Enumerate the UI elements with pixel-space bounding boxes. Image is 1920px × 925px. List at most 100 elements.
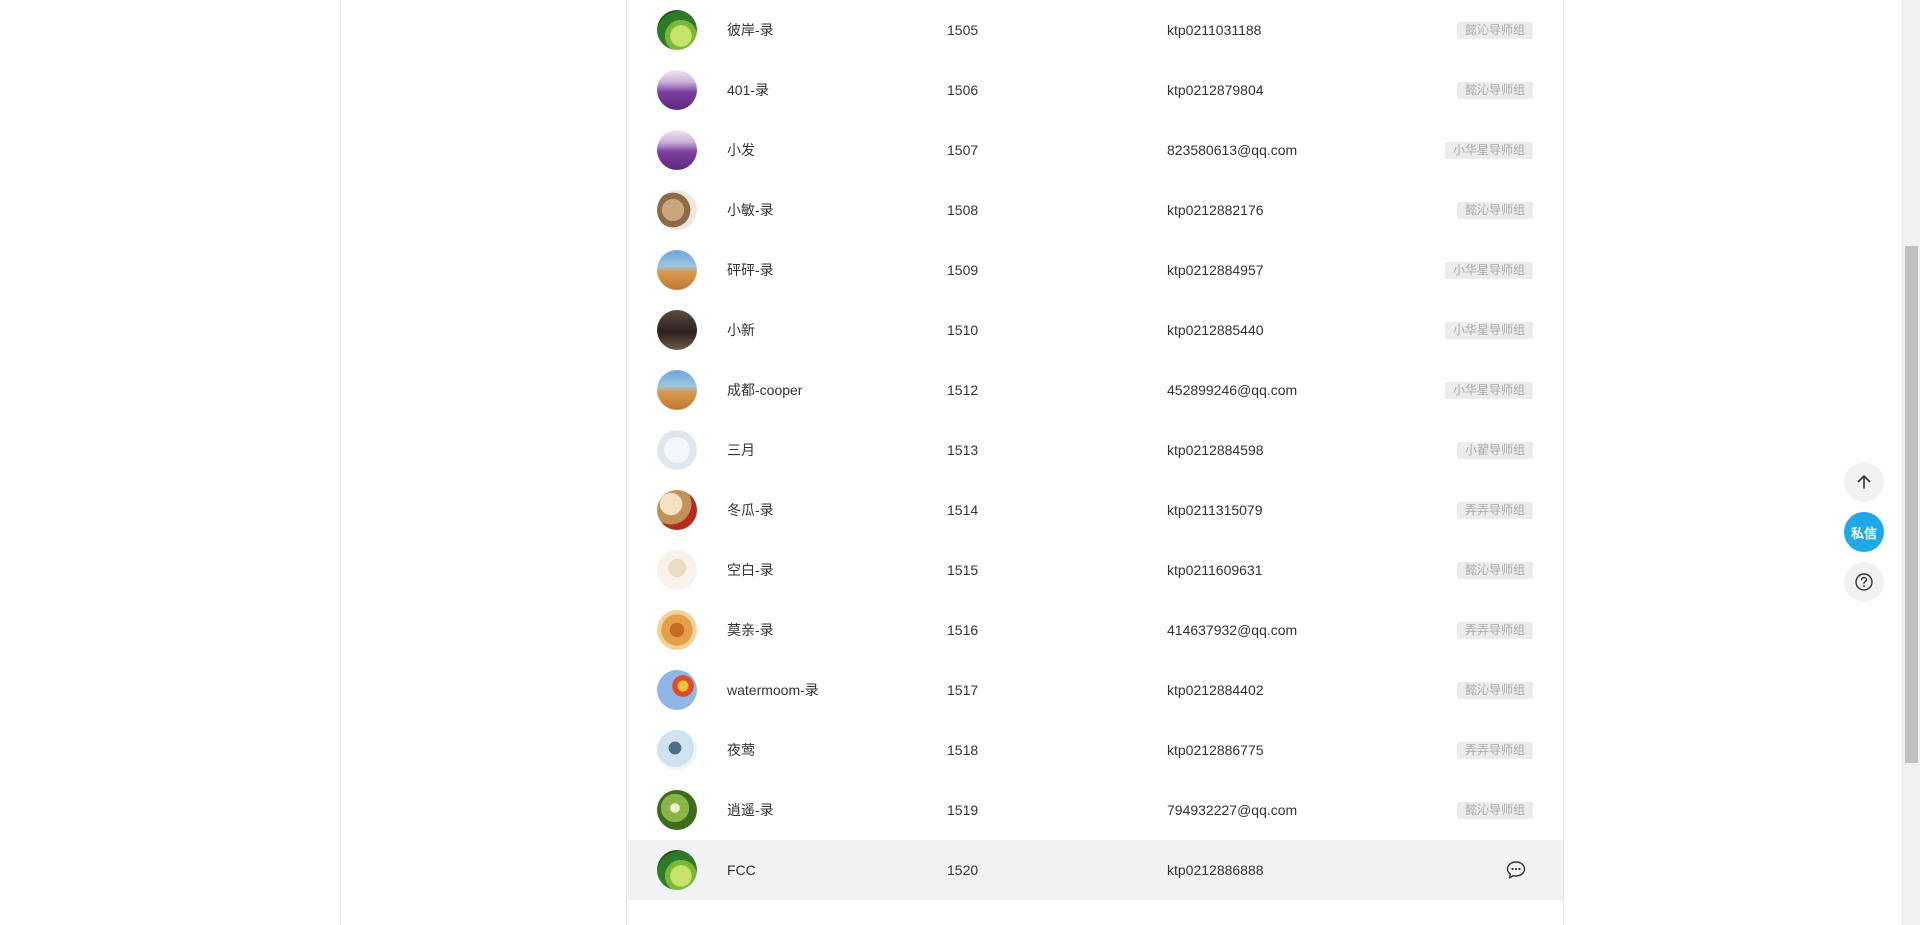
member-row[interactable]: watermoom-录 1517 ktp0212884402 懿沁导师组 [627, 660, 1563, 720]
member-name: 砰砰-录 [727, 262, 774, 278]
member-id: 1508 [947, 202, 979, 218]
member-name: 小新 [727, 322, 755, 338]
member-account: 414637932@qq.com [1167, 622, 1298, 638]
member-account: 452899246@qq.com [1167, 382, 1298, 398]
member-name: 莫亲-录 [727, 622, 774, 638]
member-list-panel: 彼岸-录 1505 ktp0211031188 懿沁导师组 401-录 1506 ktp02… [626, 0, 1564, 925]
avatar[interactable] [657, 70, 697, 110]
member-row[interactable]: 冬瓜-录 1514 ktp0211315079 弄弄导师组 [627, 480, 1563, 540]
member-row[interactable]: 彼岸-录 1505 ktp0211031188 懿沁导师组 [627, 0, 1563, 60]
group-badge: 小华星导师组 [1444, 262, 1533, 279]
avatar[interactable] [657, 370, 697, 410]
member-row[interactable]: 砰砰-录 1509 ktp0212884957 小华星导师组 [627, 240, 1563, 300]
group-badge: 小翟导师组 [1456, 442, 1533, 459]
help-button[interactable] [1844, 562, 1884, 602]
member-row[interactable]: 空白-录 1515 ktp0211609631 懿沁导师组 [627, 540, 1563, 600]
avatar[interactable] [657, 730, 697, 770]
member-account: ktp0212884402 [1167, 682, 1264, 698]
arrow-up-icon [1857, 475, 1871, 489]
member-list: 彼岸-录 1505 ktp0211031188 懿沁导师组 401-录 1506 ktp02… [627, 0, 1563, 900]
group-badge: 懿沁导师组 [1456, 22, 1533, 39]
member-name: 空白-录 [727, 562, 774, 578]
avatar[interactable] [657, 550, 697, 590]
member-account: ktp0212886775 [1167, 742, 1264, 758]
private-message-button[interactable]: 私信 [1844, 512, 1884, 552]
member-id: 1507 [947, 142, 979, 158]
member-id: 1512 [947, 382, 979, 398]
member-account: ktp0212884598 [1167, 442, 1264, 458]
member-name: 小发 [727, 142, 755, 158]
page-scrollbar[interactable] [1903, 0, 1920, 925]
group-badge: 懿沁导师组 [1456, 682, 1533, 699]
member-row[interactable]: 小发 1507 823580613@qq.com 小华星导师组 [627, 120, 1563, 180]
member-account: ktp0212886888 [1167, 862, 1264, 878]
member-name: watermoom-录 [727, 682, 819, 698]
member-row[interactable]: 逍遥-录 1519 794932227@qq.com 懿沁导师组 [627, 780, 1563, 840]
avatar[interactable] [657, 670, 697, 710]
private-message-label: 私信 [1850, 525, 1877, 541]
member-account: ktp0211609631 [1167, 562, 1263, 578]
member-id: 1516 [947, 622, 979, 638]
avatar[interactable] [657, 130, 697, 170]
member-account: ktp0212882176 [1167, 202, 1264, 218]
group-badge: 弄弄导师组 [1456, 622, 1533, 639]
member-row[interactable]: FCC 1520 ktp0212886888 [627, 840, 1563, 900]
member-name: 成都-cooper [727, 382, 803, 398]
avatar[interactable] [657, 250, 697, 290]
member-row[interactable]: 莫亲-录 1516 414637932@qq.com 弄弄导师组 [627, 600, 1563, 660]
group-badge: 懿沁导师组 [1456, 802, 1533, 819]
member-account: ktp0212879804 [1167, 82, 1264, 98]
member-id: 1509 [947, 262, 979, 278]
back-to-top-button[interactable] [1844, 462, 1884, 502]
member-id: 1520 [947, 862, 979, 878]
member-id: 1515 [947, 562, 979, 578]
group-badge: 小华星导师组 [1444, 382, 1533, 399]
group-badge: 弄弄导师组 [1456, 742, 1533, 759]
group-badge: 小华星导师组 [1444, 142, 1533, 159]
chat-bubble-icon[interactable] [1505, 859, 1527, 881]
avatar[interactable] [657, 790, 697, 830]
avatar[interactable] [657, 490, 697, 530]
avatar[interactable] [657, 190, 697, 230]
member-id: 1514 [947, 502, 979, 518]
member-account: ktp0211031188 [1167, 22, 1262, 38]
member-name: 401-录 [727, 82, 770, 98]
group-badge: 小华星导师组 [1444, 322, 1533, 339]
member-row[interactable]: 小新 1510 ktp0212885440 小华星导师组 [627, 300, 1563, 360]
member-row[interactable]: 小敏-录 1508 ktp0212882176 懿沁导师组 [627, 180, 1563, 240]
member-name: 小敏-录 [727, 202, 774, 218]
question-circle-icon [1855, 573, 1873, 591]
member-id: 1506 [947, 82, 979, 98]
member-account: 823580613@qq.com [1167, 142, 1298, 158]
member-account: ktp0212884957 [1167, 262, 1264, 278]
member-name: 冬瓜-录 [727, 502, 774, 518]
member-row[interactable]: 三月 1513 ktp0212884598 小翟导师组 [627, 420, 1563, 480]
member-id: 1513 [947, 442, 979, 458]
member-name: FCC [727, 862, 756, 878]
scrollbar-thumb[interactable] [1905, 246, 1918, 763]
avatar[interactable] [657, 850, 697, 890]
member-account: 794932227@qq.com [1167, 802, 1298, 818]
group-badge: 懿沁导师组 [1456, 562, 1533, 579]
member-name: 逍遥-录 [727, 802, 774, 818]
group-badge: 懿沁导师组 [1456, 82, 1533, 99]
member-id: 1505 [947, 22, 979, 38]
member-row[interactable]: 夜莺 1518 ktp0212886775 弄弄导师组 [627, 720, 1563, 780]
member-id: 1517 [947, 682, 979, 698]
member-row[interactable]: 401-录 1506 ktp0212879804 懿沁导师组 [627, 60, 1563, 120]
group-badge: 弄弄导师组 [1456, 502, 1533, 519]
member-account: ktp0211315079 [1167, 502, 1263, 518]
avatar[interactable] [657, 10, 697, 50]
member-id: 1519 [947, 802, 979, 818]
member-row[interactable]: 成都-cooper 1512 452899246@qq.com 小华星导师组 [627, 360, 1563, 420]
member-id: 1510 [947, 322, 979, 338]
member-id: 1518 [947, 742, 979, 758]
member-name: 三月 [727, 442, 755, 458]
avatar[interactable] [657, 430, 697, 470]
member-name: 彼岸-录 [727, 22, 774, 38]
avatar[interactable] [657, 610, 697, 650]
member-account: ktp0212885440 [1167, 322, 1264, 338]
member-name: 夜莺 [727, 742, 755, 758]
group-badge: 懿沁导师组 [1456, 202, 1533, 219]
avatar[interactable] [657, 310, 697, 350]
